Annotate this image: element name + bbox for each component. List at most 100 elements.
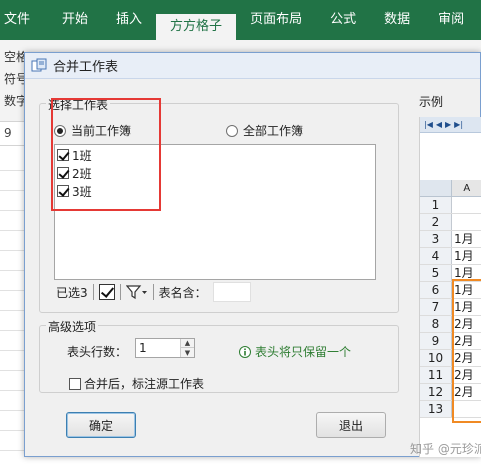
stepper-down-icon[interactable]: ▼	[181, 348, 194, 357]
ribbon-tabs: 文件 开始 插入 方方格子 页面布局 公式 数据 审阅 视	[0, 0, 481, 40]
preview-cell: 2月	[454, 351, 474, 365]
header-rows-value: 1	[139, 341, 147, 355]
preview-row-number: 3	[420, 231, 452, 247]
tab-formulas[interactable]: 公式	[316, 0, 370, 40]
preview-cell: 2月	[454, 317, 474, 331]
exit-button[interactable]: 退出	[316, 412, 386, 438]
preview-cell: 1月	[454, 283, 474, 297]
mark-source-option[interactable]: 合并后，标注源工作表	[69, 375, 204, 392]
preview-row: 4 1月	[420, 248, 481, 265]
preview-row: 7 1月	[420, 299, 481, 316]
sheet-item-1[interactable]: 1班	[55, 147, 375, 163]
sheet-item-3[interactable]: 3班	[55, 183, 375, 199]
nav-first-icon: |◀	[424, 120, 433, 129]
radio-all-label: 全部工作簿	[243, 124, 304, 138]
tab-home[interactable]: 开始	[48, 0, 102, 40]
selected-count: 已选3	[56, 285, 88, 300]
name-box-value[interactable]: 9	[4, 126, 12, 140]
preview-row-number: 1	[420, 197, 452, 213]
mark-source-checkbox[interactable]	[69, 377, 81, 390]
dialog-titlebar[interactable]: 合并工作表	[25, 53, 480, 79]
sheet-list-statusbar: 已选3 表名含：	[54, 280, 376, 304]
radio-current-label: 当前工作簿	[71, 124, 132, 138]
preview-row-number: 5	[420, 265, 452, 281]
radio-all-indicator	[226, 124, 238, 137]
preview-cell	[452, 401, 481, 417]
preview-row: 1	[420, 197, 481, 214]
preview-row: 9 2月	[420, 333, 481, 350]
preview-panel: |◀ ◀ ▶ ▶| A 1 2 3 1月 4 1月 5 1月 6 1月 7 1月 8 2月 …	[419, 117, 481, 457]
preview-row-number: 11	[420, 367, 452, 383]
preview-sheet-nav: |◀ ◀ ▶ ▶|	[420, 117, 481, 133]
sheet-item-2-label: 2班	[72, 166, 92, 181]
preview-cell: 2月	[454, 334, 474, 348]
preview-row: 12 2月	[420, 384, 481, 401]
nav-prev-icon: ◀	[435, 120, 443, 129]
preview-row-number: 6	[420, 282, 452, 298]
preview-row: 8 2月	[420, 316, 481, 333]
preview-row-number: 12	[420, 384, 452, 400]
mark-source-label: 合并后，标注源工作表	[84, 377, 205, 391]
info-text: 表头将只保留一个	[255, 345, 352, 359]
merge-sheets-icon	[31, 58, 47, 71]
radio-all-workbooks[interactable]: 全部工作簿	[226, 122, 303, 139]
radio-current-indicator	[54, 124, 66, 137]
sheet-item-3-label: 3班	[72, 184, 92, 199]
sheet-item-2[interactable]: 2班	[55, 165, 375, 181]
preview-row: 13	[420, 401, 481, 418]
preview-cell: 1月	[454, 266, 474, 280]
sheet-grid-left	[0, 146, 24, 470]
filter-icon[interactable]	[125, 284, 148, 300]
info-hint: 表头将只保留一个	[239, 343, 351, 360]
preview-row: 3 1月	[420, 231, 481, 248]
statusbar-separator	[92, 284, 94, 300]
preview-row: 10 2月	[420, 350, 481, 367]
dialog-title: 合并工作表	[53, 60, 119, 75]
select-all-checkbox[interactable]	[98, 284, 115, 300]
tab-page-layout[interactable]: 页面布局	[236, 0, 316, 40]
preview-row-number: 7	[420, 299, 452, 315]
preview-cell	[452, 197, 481, 213]
watermark: 知乎 @元珍派	[410, 442, 481, 456]
sheet-item-1-checkbox[interactable]	[57, 149, 69, 161]
preview-row: 6 1月	[420, 282, 481, 299]
header-rows-label: 表头行数：	[67, 345, 128, 359]
preview-row-number: 9	[420, 333, 452, 349]
preview-row-number: 4	[420, 248, 452, 264]
tab-file[interactable]: 文件	[0, 0, 48, 40]
select-sheets-group-label: 选择工作表	[46, 96, 111, 113]
tab-fangfang[interactable]: 方方格子	[156, 14, 237, 40]
tab-data[interactable]: 数据	[370, 0, 424, 40]
header-rows-stepper[interactable]: 1 ▲ ▼	[135, 338, 195, 358]
advanced-options-label: 高级选项	[46, 318, 99, 335]
preview-corner	[420, 180, 452, 196]
preview-row-number: 8	[420, 316, 452, 332]
sheet-item-2-checkbox[interactable]	[57, 167, 69, 179]
sheet-listbox[interactable]: 1班 2班 3班	[54, 144, 376, 280]
select-sheets-group: 选择工作表 当前工作簿 全部工作簿 1班 2班 3班 已选3 表名含：	[39, 96, 399, 313]
preview-row-number: 10	[420, 350, 452, 366]
sheet-name-filter-input[interactable]	[212, 282, 251, 302]
preview-cell: 1月	[454, 300, 474, 314]
preview-cell: 2月	[454, 385, 474, 399]
preview-col-header: A	[420, 180, 481, 197]
tab-insert[interactable]: 插入	[102, 0, 156, 40]
preview-row: 5 1月	[420, 265, 481, 282]
sheet-name-filter-label: 表名含：	[158, 285, 207, 300]
preview-row-number: 2	[420, 214, 452, 230]
preview-col-a: A	[451, 180, 481, 196]
preview-row-number: 13	[420, 401, 452, 417]
ok-button[interactable]: 确定	[66, 412, 136, 438]
merge-sheets-dialog: 合并工作表 选择工作表 当前工作簿 全部工作簿 1班 2班 3班 已选3 表名含…	[24, 52, 481, 457]
preview-cell	[452, 214, 481, 230]
preview-row: 11 2月	[420, 367, 481, 384]
tab-review[interactable]: 审阅	[424, 0, 478, 40]
preview-cell: 1月	[454, 249, 474, 263]
stepper-up-icon[interactable]: ▲	[181, 339, 194, 348]
radio-current-workbook[interactable]: 当前工作簿	[54, 122, 131, 139]
nav-last-icon: ▶|	[454, 120, 464, 129]
sheet-item-3-checkbox[interactable]	[57, 185, 69, 197]
preview-row: 2	[420, 214, 481, 231]
preview-label: 示例	[419, 95, 444, 109]
preview-cell: 2月	[454, 368, 474, 382]
